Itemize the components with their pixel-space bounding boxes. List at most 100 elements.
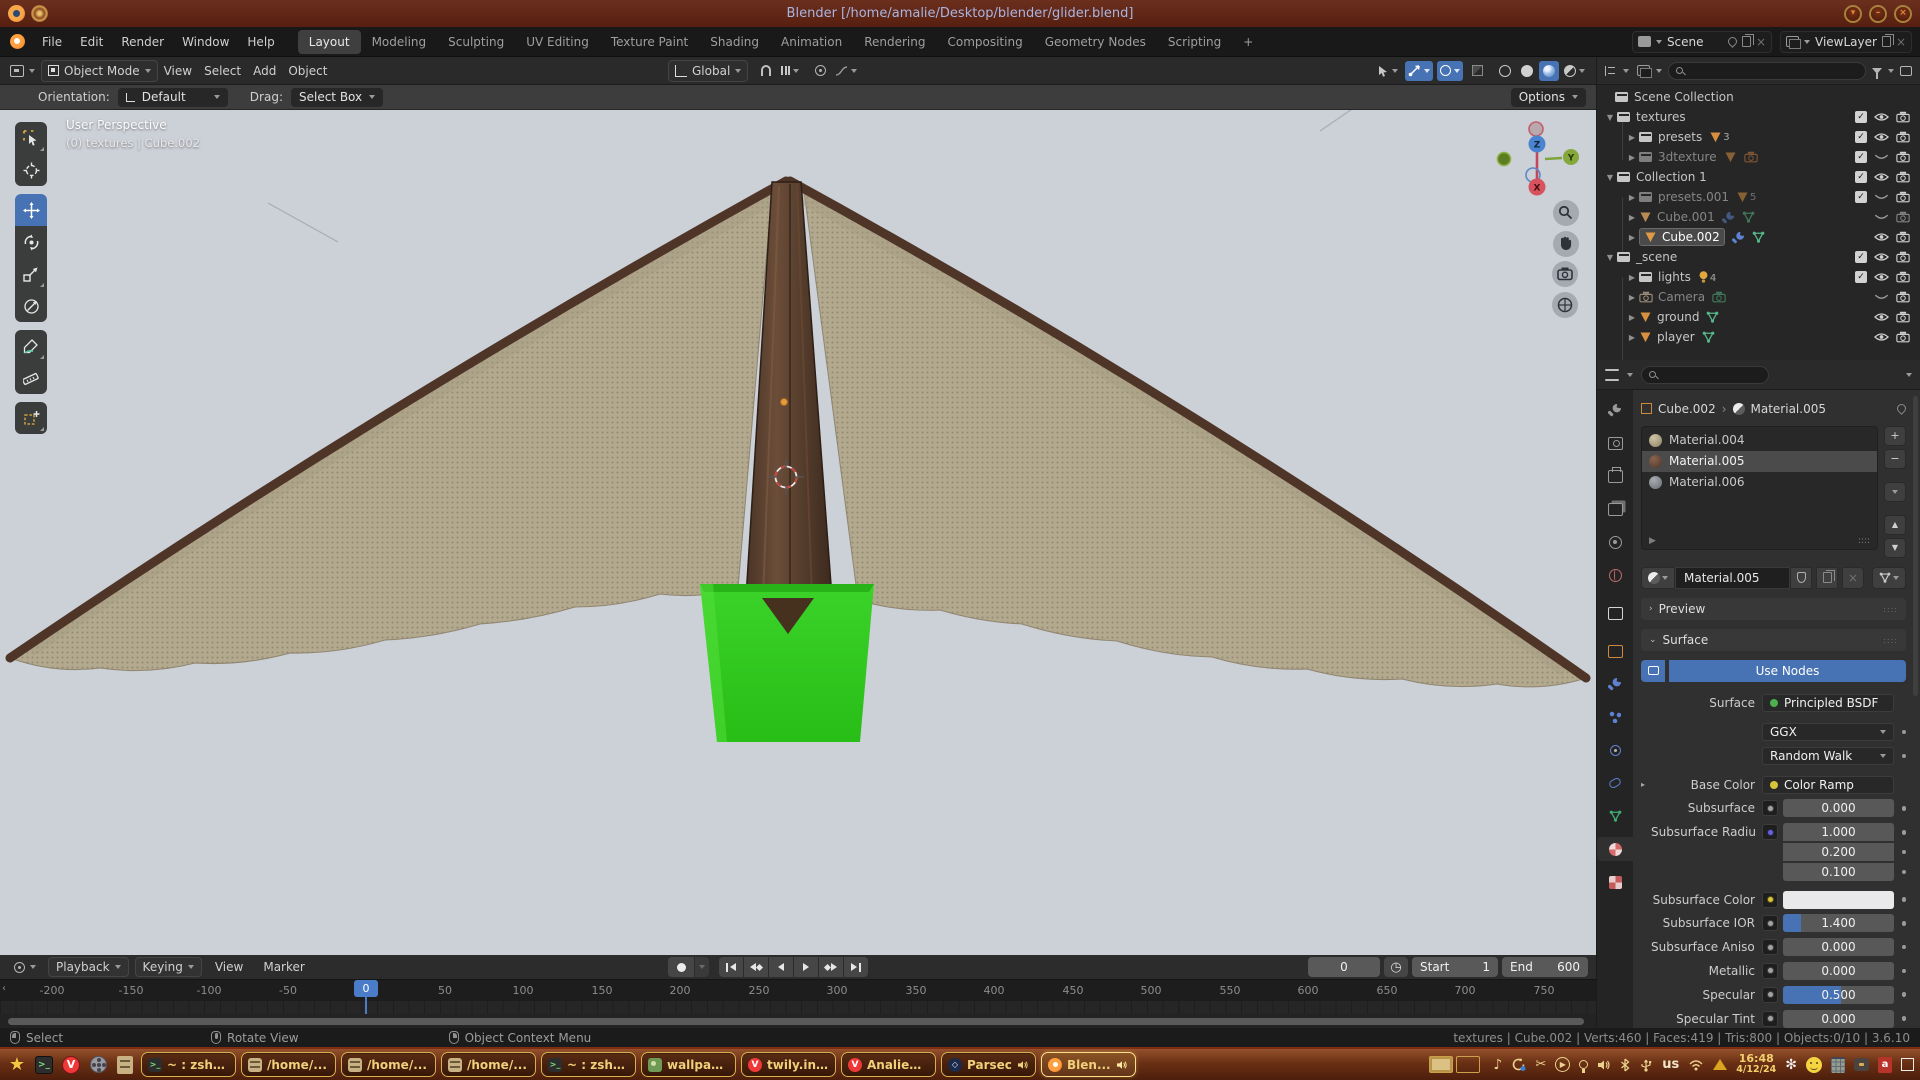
transform-orientation-dropdown[interactable]: Global (668, 60, 748, 82)
viewlayer-selector[interactable]: ViewLayer × (1780, 31, 1912, 53)
clock[interactable]: 16:484/12/24 (1736, 1053, 1776, 1077)
subsurface-ior-slider[interactable]: 1.400 (1783, 914, 1894, 932)
expand-arrow-icon[interactable]: ▼ (1603, 173, 1617, 182)
menu-view[interactable]: View (208, 957, 250, 977)
specular-slider[interactable]: 0.500 (1783, 986, 1894, 1004)
desktop-1[interactable] (1429, 1056, 1453, 1073)
tab-scene[interactable] (1597, 530, 1633, 554)
expand-arrow-icon[interactable]: ▸ (1641, 780, 1651, 789)
usb-tray-icon[interactable] (1639, 1058, 1653, 1072)
tool-measure[interactable] (15, 362, 47, 394)
tool-annotate[interactable] (15, 330, 47, 362)
material-name-field[interactable]: Material.005 (1675, 567, 1790, 589)
socket-button[interactable] (1762, 987, 1778, 1003)
timeline-collapse-arrow[interactable]: ‹ (2, 983, 6, 994)
tool-add-cube[interactable] (15, 402, 47, 434)
timeline-editor-type-button[interactable] (8, 956, 42, 978)
playhead[interactable]: 0 (354, 980, 378, 997)
frame-end-field[interactable]: End600 (1502, 957, 1588, 977)
timeline-tickstrip[interactable] (0, 1001, 1596, 1014)
shading-material-button[interactable] (1539, 61, 1559, 81)
tool-cursor[interactable] (15, 154, 47, 186)
checkbox-icon[interactable]: ✓ (1855, 251, 1867, 263)
blender-menu-icon[interactable] (10, 34, 25, 49)
tab-rendering[interactable]: Rendering (853, 30, 936, 54)
timeline-scrollbar[interactable] (0, 1014, 1596, 1028)
expand-arrow-icon[interactable]: ▶ (1649, 536, 1656, 546)
outliner-row-presets[interactable]: ▶ presets 3 ✓ (1597, 127, 1920, 147)
new-viewlayer-icon[interactable] (1882, 36, 1891, 47)
prev-keyframe-button[interactable] (744, 957, 768, 977)
xray-toggle-button[interactable] (1467, 61, 1487, 81)
current-frame-field[interactable]: 0 (1308, 957, 1380, 977)
files-launcher-icon[interactable] (114, 1054, 136, 1076)
camera-toggle-icon[interactable] (1896, 151, 1910, 163)
tab-modeling[interactable]: Modeling (361, 30, 438, 54)
taskbar-window-analiest[interactable]: VAnalieSt... (841, 1052, 936, 1077)
use-preview-range-button[interactable]: ◷ (1384, 957, 1408, 977)
slot-material-005[interactable]: Material.005 (1642, 451, 1877, 472)
proportional-edit-button[interactable] (810, 61, 830, 81)
checkbox-icon[interactable]: ✓ (1855, 151, 1867, 163)
tool-scale[interactable] (15, 258, 47, 290)
tab-particles[interactable] (1597, 705, 1633, 729)
orientation-dropdown[interactable]: Default (118, 88, 228, 107)
eye-open-icon[interactable] (1874, 112, 1889, 122)
wifi-tray-icon[interactable] (1688, 1059, 1704, 1071)
properties-editor-icon[interactable] (1605, 369, 1619, 381)
tab-output[interactable] (1597, 464, 1633, 488)
menu-marker[interactable]: Marker (256, 957, 311, 977)
timeline-ruler[interactable]: -200 -150 -100 -50 50 100 150 200 250 30… (0, 979, 1596, 1001)
taskbar-window-blender[interactable]: Blen... (1041, 1052, 1136, 1077)
selectability-dropdown[interactable] (1374, 61, 1401, 81)
menu-select[interactable]: Select (198, 60, 247, 82)
play-button[interactable] (794, 957, 818, 977)
surface-panel-header[interactable]: ⌄Surface:::: (1641, 629, 1906, 651)
breadcrumb-object[interactable]: Cube.002 (1658, 402, 1716, 416)
outliner-row-textures[interactable]: ▼ textures ✓ (1597, 107, 1920, 127)
shading-solid-button[interactable] (1517, 61, 1537, 81)
tab-object[interactable] (1597, 639, 1633, 663)
nodetree-button[interactable] (1872, 567, 1906, 589)
clipboard-tray-icon[interactable]: ✂ (1535, 1057, 1546, 1072)
expand-arrow-icon[interactable]: ▶ (1625, 293, 1639, 302)
tab-material[interactable] (1597, 837, 1633, 861)
editor-type-button[interactable] (4, 60, 41, 82)
bluetooth-tray-icon[interactable] (1620, 1058, 1630, 1072)
taskbar-window-zsh-2[interactable]: >_~ : zsh ... (541, 1052, 636, 1077)
favorites-star-icon[interactable]: ★ (6, 1054, 28, 1076)
warning-tray-icon[interactable] (1713, 1059, 1727, 1070)
outliner-row-cube-002[interactable]: ▶ Cube.002 (1597, 227, 1920, 247)
outliner-display-icon[interactable] (1605, 66, 1617, 76)
tab-world[interactable] (1597, 563, 1633, 587)
tool-move[interactable] (15, 194, 47, 226)
tab-geometry-nodes[interactable]: Geometry Nodes (1034, 30, 1157, 54)
sync-tray-icon[interactable] (1511, 1057, 1526, 1072)
outliner-row-player[interactable]: ▶ player (1597, 327, 1920, 347)
keying-set-dropdown[interactable] (695, 957, 709, 977)
expand-arrow-icon[interactable]: ▶ (1625, 313, 1639, 322)
app-calculator-icon[interactable] (1831, 1057, 1845, 1073)
tab-layout[interactable]: Layout (298, 30, 361, 54)
jump-to-start-button[interactable] (719, 957, 743, 977)
outliner-row-collection-1[interactable]: ▼ Collection 1 ✓ (1597, 167, 1920, 187)
vivaldi-launcher-icon[interactable]: V (60, 1054, 82, 1076)
menu-render[interactable]: Render (112, 27, 173, 57)
slot-move-up-button[interactable]: ▲ (1884, 515, 1906, 535)
camera-toggle-icon[interactable] (1896, 291, 1910, 303)
expand-arrow-icon[interactable]: ▶ (1625, 153, 1639, 162)
eye-closed-icon[interactable] (1874, 292, 1889, 302)
volume-tray-icon[interactable] (1597, 1059, 1611, 1071)
taskbar-window-wallpaper[interactable]: wallpap... (641, 1052, 736, 1077)
terminal-launcher-icon[interactable]: >_ (33, 1054, 55, 1076)
sss-method-dropdown[interactable]: Random Walk (1762, 747, 1894, 765)
slot-material-004[interactable]: Material.004 (1642, 430, 1877, 451)
jump-to-end-button[interactable] (844, 957, 868, 977)
metallic-slider[interactable]: 0.000 (1783, 962, 1894, 980)
camera-toggle-icon[interactable] (1896, 171, 1910, 183)
remove-slot-button[interactable]: − (1884, 449, 1906, 469)
menu-object[interactable]: Object (282, 60, 333, 82)
breadcrumb-material[interactable]: Material.005 (1751, 402, 1826, 416)
tab-scripting[interactable]: Scripting (1157, 30, 1232, 54)
new-collection-button[interactable] (1900, 66, 1912, 76)
